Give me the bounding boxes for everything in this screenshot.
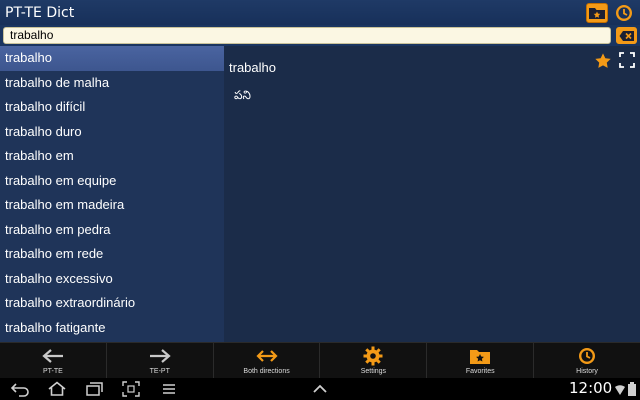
gear-icon	[363, 346, 383, 366]
list-item-selected[interactable]: trabalho	[0, 46, 224, 71]
settings-label: Settings	[360, 368, 387, 375]
both-directions-label: Both directions	[243, 368, 290, 375]
home-icon[interactable]	[47, 381, 67, 397]
favorites-folder-button[interactable]	[586, 2, 608, 23]
list-item[interactable]: trabalho duro	[0, 120, 224, 145]
star-folder-icon	[470, 349, 491, 364]
battery-icon	[628, 382, 636, 396]
history-button[interactable]	[613, 3, 635, 23]
list-item[interactable]: trabalho difícil	[0, 95, 224, 120]
search-input[interactable]: trabalho	[3, 27, 611, 44]
both-directions-button[interactable]: Both directions	[214, 343, 321, 378]
favorites-button[interactable]: Favorites	[427, 343, 535, 378]
wifi-icon	[615, 385, 625, 395]
list-item[interactable]: trabalho em equipe	[0, 169, 224, 194]
list-item[interactable]: trabalho em madeira	[0, 193, 224, 218]
back-icon[interactable]	[10, 381, 30, 397]
list-item[interactable]: trabalho em pedra	[0, 218, 224, 243]
te-pt-button[interactable]: TE-PT	[107, 343, 214, 378]
list-item[interactable]: trabalho em	[0, 144, 224, 169]
history-icon	[616, 4, 632, 21]
recent-apps-icon[interactable]	[85, 381, 105, 397]
screenshot-icon[interactable]	[122, 381, 140, 397]
list-item[interactable]: trabalho de malha	[0, 71, 224, 96]
clear-icon	[619, 30, 634, 41]
history-icon	[579, 348, 596, 364]
arrow-right-icon	[149, 349, 171, 363]
favorites-label: Favorites	[465, 368, 495, 375]
clear-search-button[interactable]	[616, 27, 637, 44]
clock: 12:00	[569, 379, 613, 397]
translation-text: పని	[234, 88, 251, 102]
title-bar: PT-TE Dict	[0, 0, 640, 25]
system-nav-bar: 12:00	[0, 378, 640, 400]
app-title: PT-TE Dict	[5, 4, 75, 21]
list-item[interactable]: trabalho excessivo	[0, 267, 224, 292]
fullscreen-icon[interactable]	[619, 52, 635, 68]
word-list: trabalho trabalho de malha trabalho difí…	[0, 46, 224, 342]
pt-te-label: PT-TE	[42, 368, 63, 375]
star-folder-icon	[589, 7, 605, 19]
list-item[interactable]: trabalho em rede	[0, 242, 224, 267]
list-item[interactable]: trabalho fatigante	[0, 316, 224, 341]
star-icon[interactable]	[594, 52, 612, 70]
both-directions-icon	[256, 350, 278, 362]
te-pt-label: TE-PT	[149, 368, 170, 375]
translation-panel: trabalho పని	[224, 46, 640, 342]
history-tool-button[interactable]: History	[534, 343, 640, 378]
bottom-toolbar: PT-TE TE-PT Both directions Settings Fav…	[0, 342, 640, 378]
headword: trabalho	[229, 60, 276, 75]
menu-icon[interactable]	[161, 381, 177, 397]
search-row: trabalho	[0, 25, 640, 46]
list-item[interactable]: trabalho extraordinário	[0, 291, 224, 316]
arrow-left-icon	[42, 349, 63, 363]
chevron-up-icon[interactable]	[311, 381, 329, 397]
history-label: History	[576, 368, 598, 375]
settings-button[interactable]: Settings	[320, 343, 428, 378]
pt-te-button[interactable]: PT-TE	[0, 343, 107, 378]
